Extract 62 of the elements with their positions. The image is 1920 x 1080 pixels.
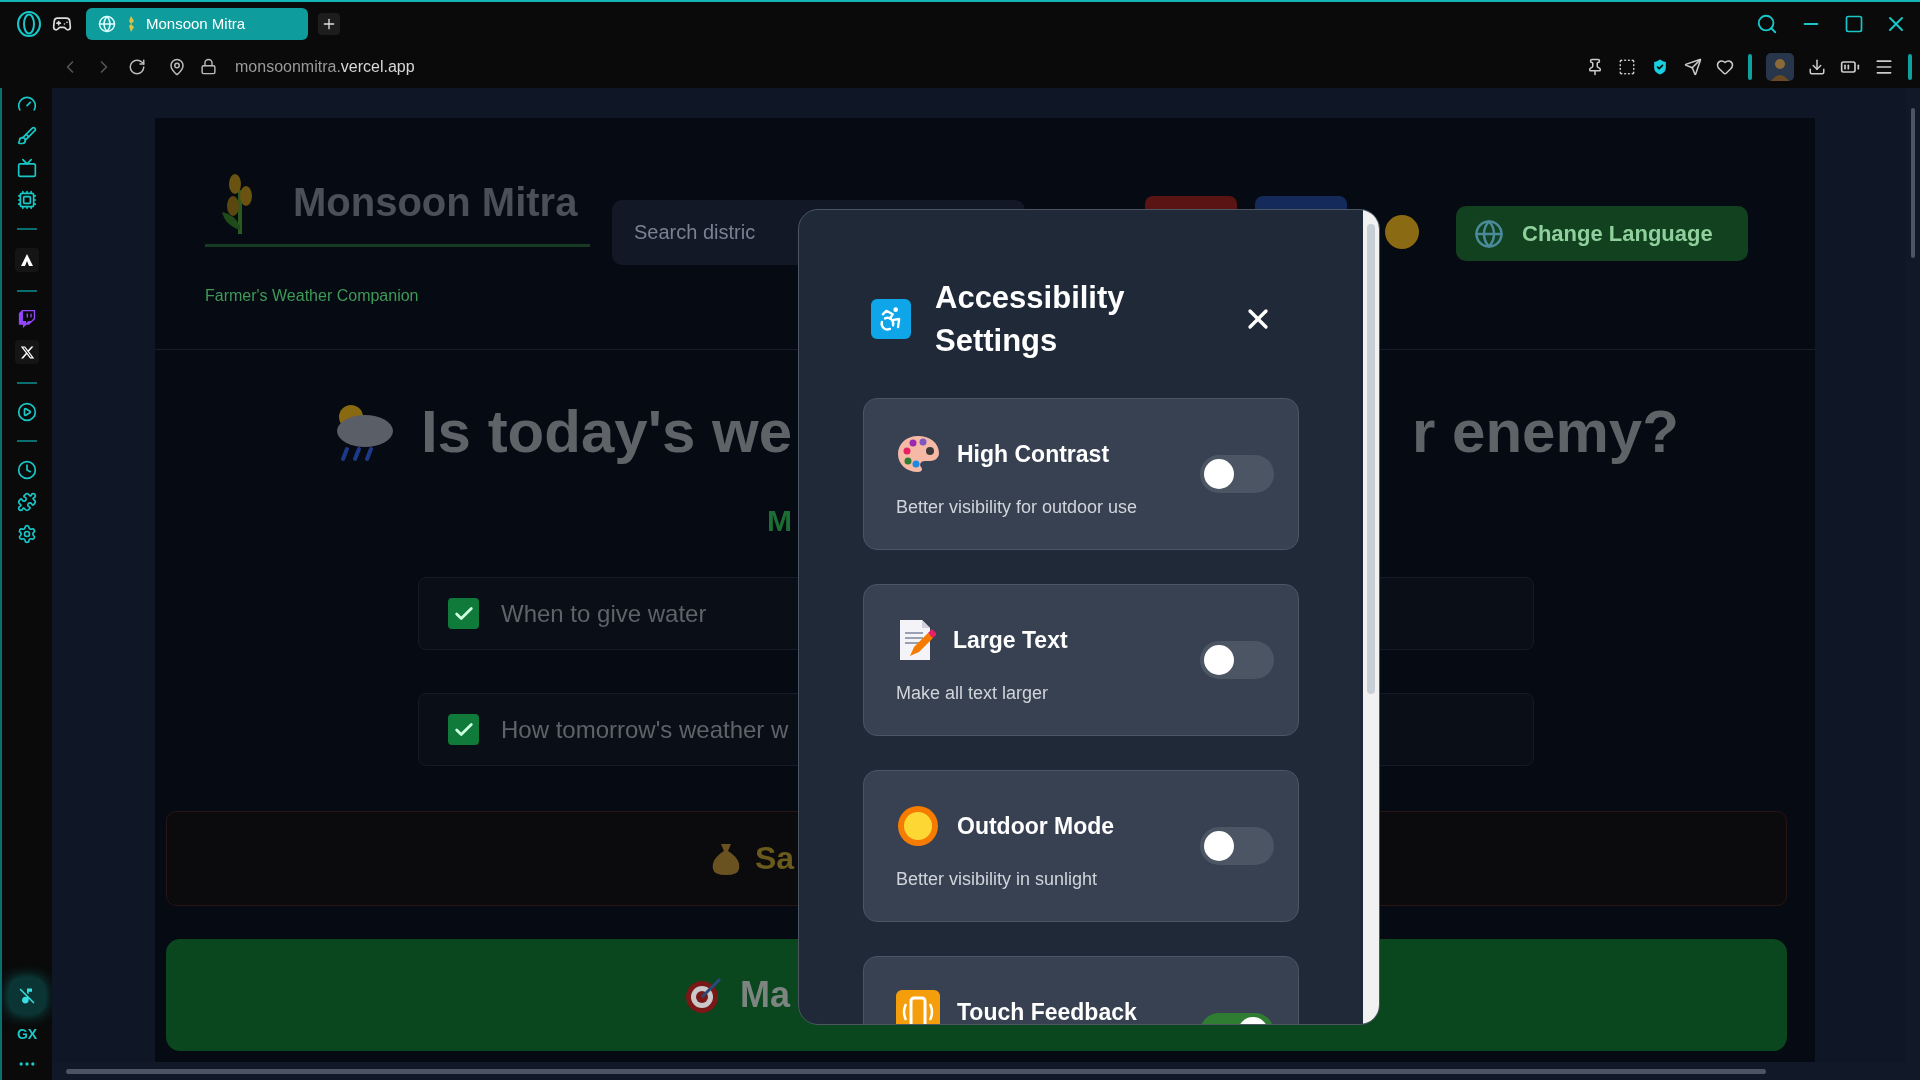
tagline: M [767, 504, 792, 538]
screenshot-icon[interactable] [1618, 57, 1636, 76]
avatar-icon[interactable] [1766, 52, 1794, 81]
puzzle-icon[interactable] [17, 492, 37, 512]
wheelchair-icon [871, 299, 911, 339]
music-off-button[interactable] [9, 978, 45, 1014]
address-bar[interactable]: monsoonmitra.vercel.app [235, 57, 415, 76]
setting-description: Better visibility in sunlight [896, 869, 1099, 890]
heart-icon[interactable] [1716, 57, 1734, 76]
stream-chat-icon[interactable] [18, 310, 36, 328]
setting-title: Outdoor Mode [957, 812, 1115, 840]
monitor-icon[interactable] [17, 158, 37, 178]
wheat-icon [126, 15, 136, 32]
money-bag-icon [711, 841, 741, 876]
sun-icon [896, 804, 940, 848]
setting-title: Touch Feedback [957, 998, 1137, 1024]
globe-icon [1474, 218, 1504, 249]
setting-title: Large Text [953, 626, 1068, 654]
maximize-icon[interactable] [1844, 13, 1864, 34]
headline: r enemy? [1412, 397, 1679, 465]
lock-icon[interactable] [200, 58, 217, 75]
target-icon [684, 975, 724, 1015]
play-icon[interactable] [17, 402, 37, 422]
chip-icon[interactable] [17, 190, 37, 210]
setting-description: Make all text larger [896, 683, 1050, 704]
toggle-switch[interactable] [1200, 455, 1274, 493]
language-button[interactable]: Change Language [1456, 206, 1748, 261]
checkbox[interactable] [448, 714, 479, 745]
settings-icon[interactable] [17, 524, 37, 544]
music-off-icon[interactable] [17, 986, 37, 1006]
setting-title: High Contrast [957, 440, 1110, 468]
browser-logo-icon[interactable] [16, 10, 42, 37]
globe-icon [98, 14, 116, 33]
scrollbar[interactable] [1363, 210, 1379, 1024]
browser-tab[interactable]: Monsoon Mitra [86, 7, 308, 40]
site-subtitle: Farmer's Weather Companion [205, 287, 420, 305]
setting-description: Better visibility for outdoor use [896, 497, 1139, 518]
triangle-logo-icon[interactable] [15, 248, 39, 272]
phone-vibration-icon [896, 990, 940, 1024]
main-button-text: Ma [740, 974, 790, 1016]
headline: Is today's we [420, 396, 792, 466]
checklist-text: When to give water [501, 599, 707, 628]
savings-text: Sa [755, 840, 795, 877]
clock-icon[interactable] [17, 460, 37, 480]
x-logo-icon[interactable] [15, 340, 39, 364]
site-title: Monsoon Mitra [293, 179, 578, 225]
checklist-text: How tomorrow's weather w [501, 715, 789, 744]
gauge-icon[interactable] [17, 94, 37, 114]
checkbox[interactable] [448, 598, 479, 629]
sun-dot-icon [1385, 215, 1419, 249]
send-icon[interactable] [1684, 57, 1702, 76]
location-pin-icon[interactable] [168, 57, 186, 76]
toggle-switch[interactable] [1200, 827, 1274, 865]
dialog-title: Accessibility Settings [935, 279, 1126, 360]
reload-icon[interactable] [128, 57, 146, 76]
brand-label[interactable]: GX [16, 1026, 38, 1042]
download-icon[interactable] [1808, 57, 1826, 76]
toggle-switch[interactable] [1200, 641, 1274, 679]
search-icon[interactable] [1756, 12, 1778, 35]
palette-icon [896, 434, 940, 474]
brush-icon[interactable] [17, 126, 37, 146]
pin-icon[interactable] [1586, 57, 1604, 76]
